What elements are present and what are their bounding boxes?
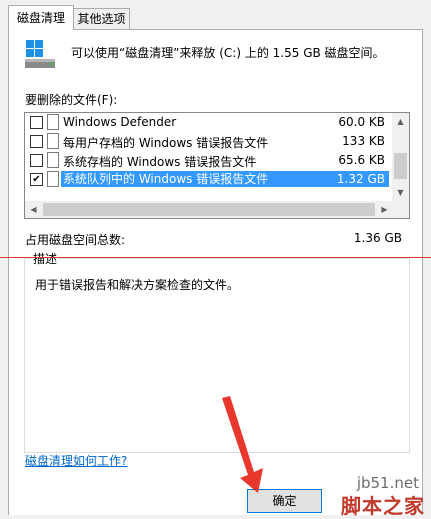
total-space-value: 1.36 GB	[353, 231, 402, 245]
item-size: 133 KB	[342, 134, 385, 148]
list-item[interactable]: 每用户存档的 Windows 错误报告文件 133 KB	[25, 132, 393, 151]
list-item-selected[interactable]: ✔ 系统队列中的 Windows 错误报告文件 1.32 GB	[25, 170, 393, 189]
scroll-thumb[interactable]	[43, 203, 375, 216]
file-icon	[47, 152, 59, 168]
list-item[interactable]: 系统存档的 Windows 错误报告文件 65.6 KB	[25, 151, 393, 170]
intro-text: 可以使用“磁盘清理”来释放 (C:) 上的 1.55 GB 磁盘空间。	[71, 46, 385, 60]
disk-cleanup-icon	[25, 40, 55, 68]
scroll-left-icon[interactable]: ◀	[25, 201, 42, 218]
tab-more-options[interactable]: 其他选项	[73, 8, 130, 29]
tab-disk-cleanup[interactable]: 磁盘清理	[8, 5, 74, 30]
file-icon	[47, 133, 59, 149]
tab-bar: 磁盘清理 其他选项	[0, 0, 431, 30]
description-text: 用于错误报告和解决方案检查的文件。	[35, 278, 240, 292]
item-checkbox[interactable]	[30, 154, 43, 167]
file-icon	[47, 114, 59, 130]
item-checkbox[interactable]	[30, 116, 43, 129]
total-space-label: 占用磁盘空间总数:	[25, 233, 126, 247]
ok-button[interactable]: 确定	[247, 489, 322, 513]
vertical-scrollbar[interactable]: ▲ ▼	[392, 113, 409, 201]
description-title: 描述	[31, 250, 60, 267]
item-size: 1.32 GB	[336, 172, 385, 186]
item-checkbox[interactable]	[30, 135, 43, 148]
files-to-delete-label: 要删除的文件(F):	[25, 93, 118, 107]
item-name: 每用户存档的 Windows 错误报告文件	[63, 136, 269, 150]
red-annotation-line	[0, 257, 431, 258]
scrollbar-corner	[392, 201, 409, 218]
horizontal-scrollbar[interactable]: ◀ ▶	[25, 201, 393, 218]
scroll-thumb[interactable]	[394, 153, 407, 179]
list-item[interactable]: Windows Defender 60.0 KB	[25, 113, 393, 132]
help-link[interactable]: 磁盘清理如何工作?	[25, 452, 127, 469]
item-size: 60.0 KB	[338, 115, 385, 129]
file-icon	[47, 171, 59, 187]
scroll-right-icon[interactable]: ▶	[376, 201, 393, 218]
item-name: 系统存档的 Windows 错误报告文件	[63, 155, 257, 169]
item-checkbox-checked[interactable]: ✔	[30, 173, 43, 186]
files-list[interactable]: Windows Defender 60.0 KB 每用户存档的 Windows …	[24, 112, 410, 219]
tab-panel: 可以使用“磁盘清理”来释放 (C:) 上的 1.55 GB 磁盘空间。 要删除的…	[8, 29, 423, 515]
item-name: Windows Defender	[63, 115, 177, 129]
scroll-up-icon[interactable]: ▲	[392, 113, 409, 130]
item-size: 65.6 KB	[338, 153, 385, 167]
scroll-down-icon[interactable]: ▼	[392, 184, 409, 201]
